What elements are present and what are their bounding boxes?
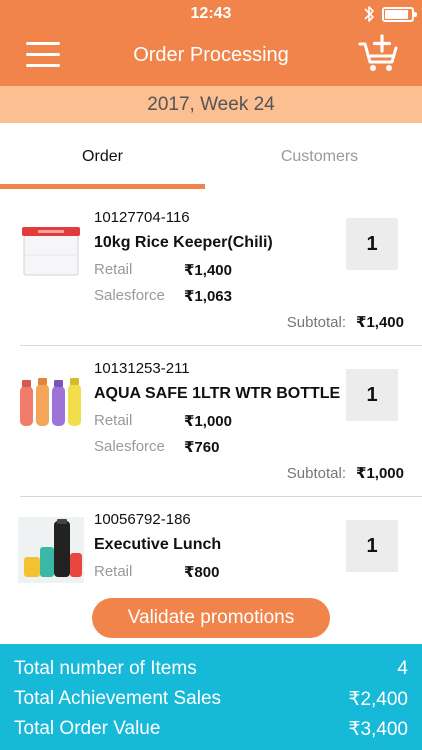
quantity-box[interactable]: 1 <box>346 369 398 421</box>
add-to-cart-icon[interactable] <box>358 34 400 74</box>
tab-order[interactable]: Order <box>0 123 205 191</box>
total-order-value: ₹3,400 <box>348 719 408 740</box>
salesforce-price: ₹760 <box>184 439 220 456</box>
total-items-row: Total number of Items 4 <box>14 658 408 688</box>
quantity-box[interactable]: 1 <box>346 218 398 270</box>
salesforce-price: ₹1,063 <box>184 288 232 305</box>
item-sku: 10127704-116 <box>94 209 190 226</box>
battery-icon <box>382 7 417 22</box>
product-image-lunch-set <box>18 517 84 583</box>
salesforce-label: Salesforce <box>94 438 165 455</box>
subtotal-label: Subtotal: <box>286 465 347 482</box>
total-items-label: Total number of Items <box>14 658 197 679</box>
list-item[interactable]: 10127704-116 10kg Rice Keeper(Chili) Ret… <box>0 195 422 346</box>
validate-promotions-button[interactable]: Validate promotions <box>92 598 330 638</box>
product-image-water-bottles <box>20 378 81 426</box>
subtotal-label: Subtotal: <box>286 314 347 331</box>
total-achievement-value: ₹2,400 <box>348 689 408 710</box>
status-bar: 12:43 <box>0 0 422 28</box>
quantity-box[interactable]: 1 <box>346 520 398 572</box>
total-order-value-label: Total Order Value <box>14 718 161 739</box>
retail-label: Retail <box>94 261 133 278</box>
item-name: Executive Lunch <box>94 536 222 553</box>
item-subtotal: Subtotal: ₹1,000 <box>287 464 404 482</box>
item-name: AQUA SAFE 1LTR WTR BOTTLE <box>94 385 341 402</box>
tab-customers[interactable]: Customers <box>217 123 422 191</box>
tab-bar: Order Customers <box>0 123 422 191</box>
salesforce-label: Salesforce <box>94 287 165 304</box>
status-time: 12:43 <box>190 5 232 22</box>
item-sku: 10131253-211 <box>94 360 190 377</box>
totals-footer: Total number of Items 4 Total Achievemen… <box>0 644 422 750</box>
list-item[interactable]: 10131253-211 AQUA SAFE 1LTR WTR BOTTLE R… <box>0 346 422 497</box>
subtotal-value: ₹1,000 <box>356 465 404 482</box>
total-achievement-label: Total Achievement Sales <box>14 688 222 709</box>
product-image-rice-keeper <box>22 227 80 276</box>
retail-label: Retail <box>94 563 133 580</box>
week-label: 2017, Week 24 <box>0 86 422 123</box>
list-item[interactable]: 10056792-186 Executive Lunch Retail ₹800… <box>0 497 422 595</box>
subtotal-value: ₹1,400 <box>356 314 404 331</box>
retail-price: ₹1,400 <box>184 262 232 279</box>
bluetooth-icon <box>364 6 374 22</box>
nav-bar: Order Processing <box>0 28 422 86</box>
retail-price: ₹1,000 <box>184 413 232 430</box>
retail-label: Retail <box>94 412 133 429</box>
item-sku: 10056792-186 <box>94 511 191 528</box>
total-items-value: 4 <box>397 658 408 679</box>
total-order-value-row: Total Order Value ₹3,400 <box>14 718 408 748</box>
item-name: 10kg Rice Keeper(Chili) <box>94 234 273 251</box>
total-achievement-row: Total Achievement Sales ₹2,400 <box>14 688 408 718</box>
order-item-list[interactable]: 10127704-116 10kg Rice Keeper(Chili) Ret… <box>0 195 422 595</box>
tab-active-indicator <box>0 184 205 189</box>
retail-price: ₹800 <box>184 564 220 581</box>
item-subtotal: Subtotal: ₹1,400 <box>287 313 404 331</box>
